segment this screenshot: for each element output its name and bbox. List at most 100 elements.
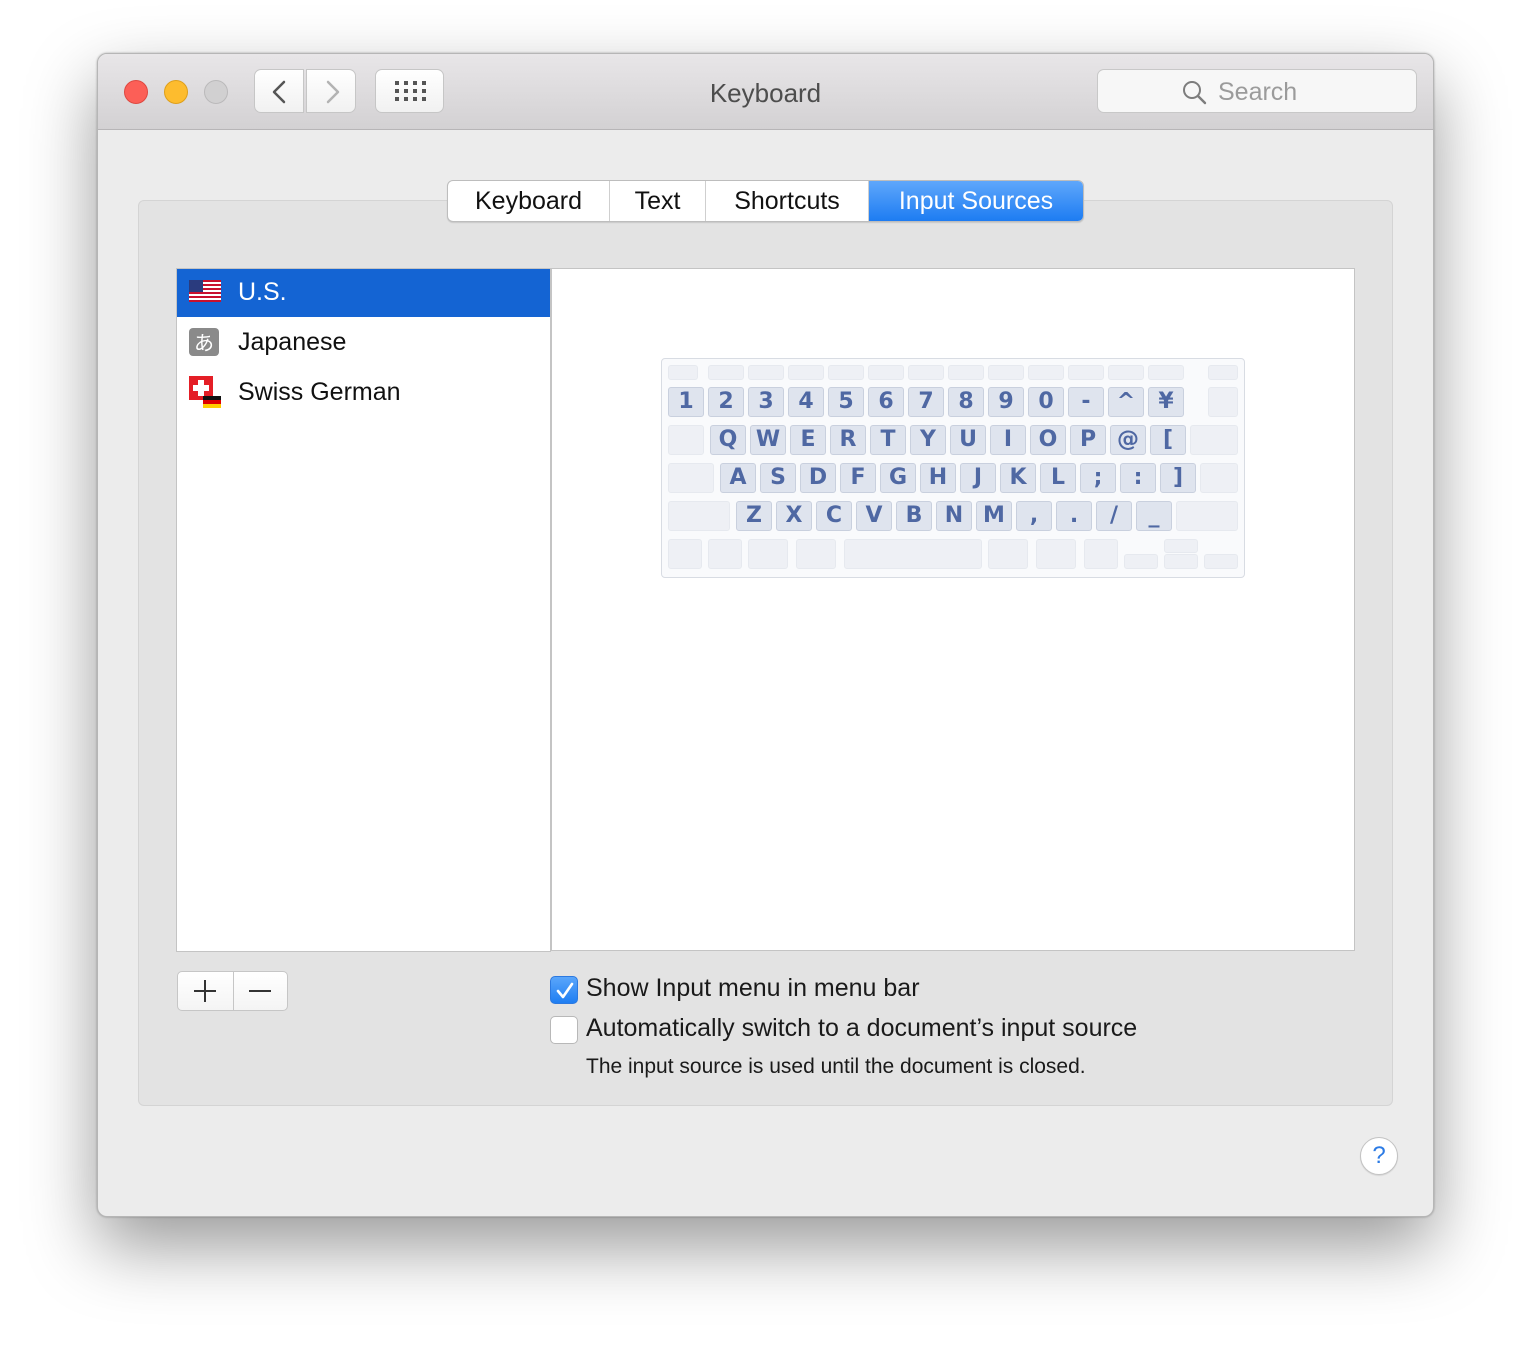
arrow-key	[1164, 554, 1198, 569]
key-3: 4	[788, 387, 824, 417]
function-key	[908, 365, 944, 380]
modifier-key	[708, 539, 742, 569]
arrow-key	[1124, 554, 1158, 569]
key-E: E	[790, 425, 826, 455]
key-5: 6	[868, 387, 904, 417]
key-S: S	[760, 463, 796, 493]
remove-input-source-button[interactable]	[233, 972, 288, 1010]
key-7: 8	[948, 387, 984, 417]
key-A: A	[720, 463, 756, 493]
function-key	[1148, 365, 1184, 380]
key-L: L	[1040, 463, 1076, 493]
checkmark-icon	[556, 982, 574, 999]
key-/: /	[1096, 501, 1132, 531]
modifier-key	[748, 539, 788, 569]
show-input-menu-label: Show Input menu in menu bar	[586, 974, 920, 1002]
function-key	[708, 365, 744, 380]
tab-input-sources[interactable]: Input Sources	[869, 181, 1083, 221]
return-key-lower	[1200, 463, 1238, 493]
key-K: K	[1000, 463, 1036, 493]
add-input-source-button[interactable]	[178, 972, 234, 1010]
tab-text[interactable]: Text	[610, 181, 706, 221]
list-item-label: Japanese	[238, 328, 347, 356]
key-D: D	[800, 463, 836, 493]
key-]: ]	[1160, 463, 1196, 493]
key-;: ;	[1080, 463, 1116, 493]
key-R: R	[830, 425, 866, 455]
function-key	[868, 365, 904, 380]
key-1: 2	[708, 387, 744, 417]
key-C: C	[816, 501, 852, 531]
key-Y: Y	[910, 425, 946, 455]
key-9: 0	[1028, 387, 1064, 417]
key-J: J	[960, 463, 996, 493]
show-input-menu-checkbox[interactable]	[550, 976, 578, 1004]
modifier-key	[844, 539, 982, 569]
caps-lock-key	[668, 463, 714, 493]
key-Q: Q	[710, 425, 746, 455]
key-N: N	[936, 501, 972, 531]
japanese-icon-glyph: あ	[194, 331, 214, 355]
help-button[interactable]: ?	[1360, 1137, 1398, 1175]
key-11: ^	[1108, 387, 1144, 417]
tab-keyboard[interactable]: Keyboard	[448, 181, 610, 221]
key-T: T	[870, 425, 906, 455]
key-W: W	[750, 425, 786, 455]
modifier-key	[988, 539, 1028, 569]
function-key	[1028, 365, 1064, 380]
key-F: F	[840, 463, 876, 493]
key-,: ,	[1016, 501, 1052, 531]
key-U: U	[950, 425, 986, 455]
delete-key	[1208, 387, 1238, 417]
list-item-us[interactable]: U.S.	[177, 269, 550, 317]
us-flag-icon	[189, 280, 221, 302]
add-remove-buttons	[177, 971, 288, 1011]
key-4: 5	[828, 387, 864, 417]
key-0: 1	[668, 387, 704, 417]
modifier-key	[668, 539, 702, 569]
key-:: :	[1120, 463, 1156, 493]
function-key	[988, 365, 1024, 380]
arrow-up-key	[1164, 539, 1198, 553]
function-key	[948, 365, 984, 380]
function-key	[1108, 365, 1144, 380]
function-key	[1208, 365, 1238, 380]
key-[: [	[1150, 425, 1186, 455]
modifier-key	[1036, 539, 1076, 569]
list-item-label: U.S.	[238, 278, 287, 306]
plus-icon	[194, 980, 216, 1002]
left-shift-key	[668, 501, 730, 531]
search-icon	[1183, 81, 1207, 105]
return-key	[1190, 425, 1238, 455]
list-item-swiss-german[interactable]: Swiss German	[177, 369, 550, 417]
keyboard-diagram: 1 2 3 4 5 6 7 8 9 0- ^ ¥ Q W E R T Y U I O P @[A S D F G H J K L;:] Z X C…	[661, 358, 1245, 578]
function-key	[828, 365, 864, 380]
tab-bar: Keyboard Text Shortcuts Input Sources	[447, 180, 1084, 222]
key-O: O	[1030, 425, 1066, 455]
key-_: _	[1136, 501, 1172, 531]
function-key	[668, 365, 698, 380]
auto-switch-note: The input source is used until the docum…	[586, 1055, 1086, 1078]
key-H: H	[920, 463, 956, 493]
key-6: 7	[908, 387, 944, 417]
tab-shortcuts[interactable]: Shortcuts	[706, 181, 869, 221]
titlebar: Keyboard Search	[98, 54, 1433, 130]
key-12: ¥	[1148, 387, 1184, 417]
modifier-key	[1084, 539, 1118, 569]
function-key	[1068, 365, 1104, 380]
key-@: @	[1110, 425, 1146, 455]
auto-switch-checkbox[interactable]	[550, 1016, 578, 1044]
search-field[interactable]: Search	[1097, 69, 1417, 113]
right-shift-key	[1176, 501, 1238, 531]
keyboard-layout-preview: 1 2 3 4 5 6 7 8 9 0- ^ ¥ Q W E R T Y U I O P @[A S D F G H J K L;:] Z X C…	[551, 268, 1355, 951]
hiragana-a-icon: あ	[189, 328, 219, 356]
key-P: P	[1070, 425, 1106, 455]
key-Z: Z	[736, 501, 772, 531]
auto-switch-label: Automatically switch to a document’s inp…	[586, 1014, 1138, 1042]
input-sources-list[interactable]: U.S. あ Japanese Swiss German	[176, 268, 551, 952]
list-item-japanese[interactable]: あ Japanese	[177, 319, 550, 367]
key-I: I	[990, 425, 1026, 455]
key-M: M	[976, 501, 1012, 531]
key-.: .	[1056, 501, 1092, 531]
swiss-german-flag-icon	[189, 376, 221, 408]
